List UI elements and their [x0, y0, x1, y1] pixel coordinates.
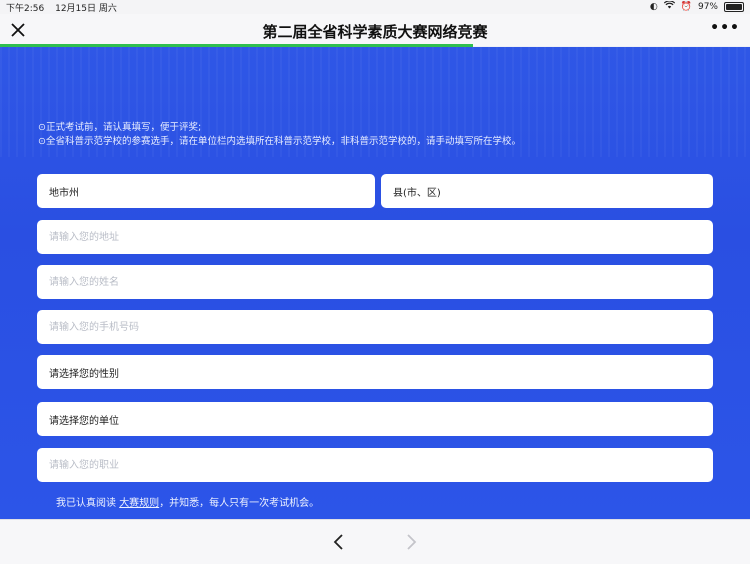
forward-icon[interactable] [401, 532, 421, 552]
page-title: 第二届全省科学素质大赛网络竞赛 [262, 23, 488, 41]
name-input[interactable] [37, 265, 713, 299]
unit-select[interactable]: 请选择您的单位 [37, 402, 713, 436]
agreement-suffix: ，并知悉，每人只有一次考试机会。 [159, 498, 320, 509]
gender-select[interactable]: 请选择您的性别 [37, 355, 713, 389]
instructions: ⊙正式考试前，请认真填写，便于评奖; ⊙全省科普示范学校的参赛选手，请在单位栏内… [38, 121, 521, 149]
county-select[interactable]: 县(市、区) [381, 174, 713, 208]
agreement-prefix: 我已认真阅读 [56, 498, 116, 509]
browser-toolbar [0, 519, 750, 564]
occupation-input[interactable] [37, 448, 713, 482]
status-date: 12月15日 周六 [55, 4, 117, 14]
back-icon[interactable] [329, 532, 349, 552]
instruction-line: ⊙正式考试前，请认真填写，便于评奖; [38, 122, 202, 133]
wifi-icon [663, 0, 675, 12]
agreement-text: 我已认真阅读 大赛规则，并知悉，每人只有一次考试机会。 [56, 494, 319, 509]
instruction-line: ⊙全省科普示范学校的参赛选手，请在单位栏内选填所在科普示范学校，非科普示范学校的… [38, 136, 521, 147]
title-bar: 第二届全省科学素质大赛网络竞赛 ••• [0, 14, 750, 46]
rules-link[interactable]: 大赛规则 [119, 498, 159, 509]
more-menu-button[interactable]: ••• [710, 20, 740, 36]
status-bar: 下午2:56 12月15日 周六 ◐ ⏰ 97% [0, 0, 750, 14]
orientation-lock-icon: ◐ [649, 1, 658, 12]
phone-input[interactable] [37, 310, 713, 344]
registration-form-area: ⊙正式考试前，请认真填写，便于评奖; ⊙全省科普示范学校的参赛选手，请在单位栏内… [0, 47, 750, 519]
status-time: 下午2:56 [6, 4, 45, 14]
battery-percent: 97% [697, 1, 718, 12]
alarm-icon: ⏰ [680, 1, 692, 12]
city-select[interactable]: 地市州 [37, 174, 375, 208]
address-input[interactable] [37, 220, 713, 254]
battery-icon [724, 1, 744, 12]
